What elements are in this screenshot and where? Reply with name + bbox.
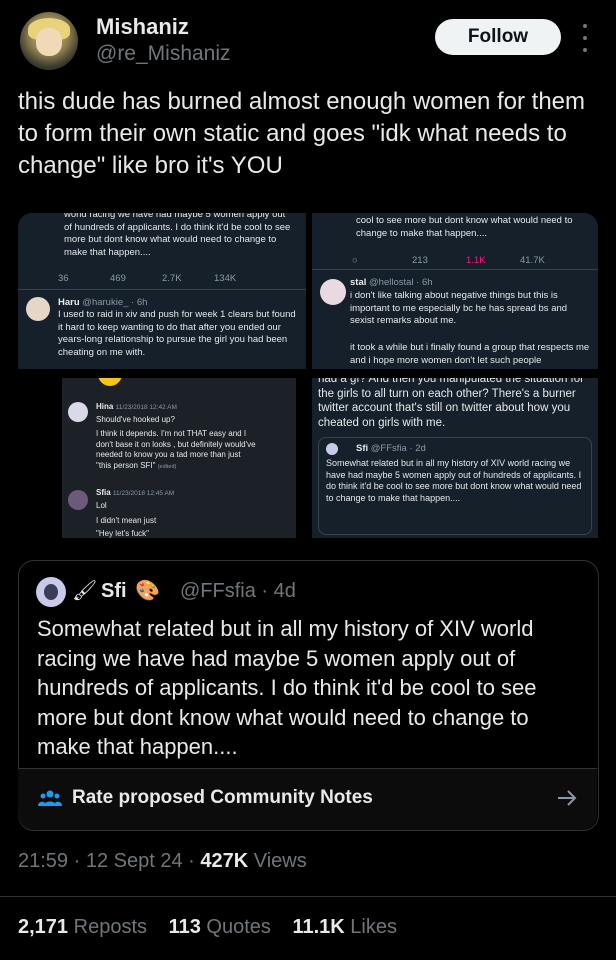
quoted-handle-time[interactable]: @FFsfia · 4d: [180, 580, 296, 603]
tweet-text: this dude has burned almost enough women…: [18, 88, 586, 179]
reply-text: I used to raid in xiv and push for week …: [58, 309, 296, 358]
quote-header: Sfi @FFsfia · 2d: [356, 443, 426, 454]
message-text: Should've hooked up?: [96, 415, 175, 424]
view-count: 134K: [214, 273, 237, 284]
views-count: 427K: [200, 850, 249, 872]
reply-count: 36: [58, 273, 69, 284]
reply-avatar: [320, 279, 346, 305]
likes-stat[interactable]: 11.1K Likes: [292, 916, 397, 938]
author-avatar[interactable]: [20, 12, 78, 70]
collage-image-1[interactable]: wond racing we have had maybe 5 women ap…: [18, 213, 306, 369]
reply-text: had a gf? And then you manipulated the s…: [318, 378, 584, 429]
quoted-text: cool to see more but dont know what woul…: [356, 215, 573, 239]
quote-avatar: [326, 443, 338, 455]
follow-button[interactable]: Follow: [435, 19, 561, 55]
tweet-timestamp[interactable]: 21:59 · 12 Sept 24 ·: [18, 850, 200, 872]
message-avatar: [68, 402, 88, 422]
quoted-text: wond racing we have had maybe 5 women ap…: [64, 213, 291, 258]
emoji-icon: [98, 378, 122, 386]
reply-text-1: i don't like talking about negative thin…: [350, 290, 568, 326]
author-handle[interactable]: @re_Mishaniz: [96, 42, 231, 66]
quoted-text: Somewhat related but in all my history o…: [37, 616, 537, 759]
message-text: "Hey let's fuck": [96, 529, 149, 538]
stats-row: 36 469 2.7K 134K: [58, 273, 298, 286]
arrow-right-icon[interactable]: [556, 788, 578, 808]
views-label: Views: [248, 850, 307, 872]
tweet-meta: 21:59 · 12 Sept 24 · 427K Views: [18, 850, 307, 873]
reposts-stat[interactable]: 2,171 Reposts: [18, 916, 147, 938]
palette-icon: 🎨: [135, 580, 160, 602]
reply-text-2: it took a while but i finally found a gr…: [350, 342, 590, 366]
collage-image-4[interactable]: had a gf? And then you manipulated the s…: [312, 378, 598, 538]
reply-header: Haru @harukie_ · 6h: [58, 297, 148, 308]
stats-row: ○ 213 1.1K 41.7K: [352, 255, 592, 268]
quoted-avatar[interactable]: [36, 577, 66, 607]
reply-avatar: [26, 297, 50, 321]
message-text: I think it depends. I'm not THAT easy an…: [96, 429, 256, 470]
reply-header: stal @hellostal · 6h: [350, 277, 433, 288]
view-count: 41.7K: [520, 255, 545, 266]
collage-image-2[interactable]: cool to see more but dont know what woul…: [312, 213, 598, 369]
repost-count: 213: [412, 255, 428, 266]
message-text: Lol: [96, 501, 107, 510]
like-count: 2.7K: [162, 273, 182, 284]
message-header: Sfia 11/23/2018 12:45 AM: [96, 488, 175, 497]
message-text: I didn't mean just: [96, 516, 157, 525]
message-header: Hina 11/23/2018 12:42 AM: [96, 402, 177, 411]
community-notes-label[interactable]: Rate proposed Community Notes: [72, 787, 373, 809]
quoted-name[interactable]: Sfi: [101, 580, 127, 603]
people-icon: [38, 788, 62, 808]
paintbrush-icon: 🖌: [72, 580, 98, 602]
quotes-stat[interactable]: 113 Quotes: [169, 916, 271, 938]
author-name[interactable]: Mishaniz: [96, 14, 189, 40]
quote-text: Somewhat related but in all my history o…: [326, 458, 582, 503]
repost-count: 469: [110, 273, 126, 284]
more-options-icon[interactable]: [578, 24, 592, 52]
divider: [0, 896, 616, 897]
like-count: 1.1K: [466, 255, 486, 266]
engagement-stats: 2,171 Reposts 113 Quotes 11.1K Likes: [18, 916, 397, 939]
collage-image-3[interactable]: Hina 11/23/2018 12:42 AM Should've hooke…: [62, 378, 296, 538]
message-avatar: [68, 490, 88, 510]
